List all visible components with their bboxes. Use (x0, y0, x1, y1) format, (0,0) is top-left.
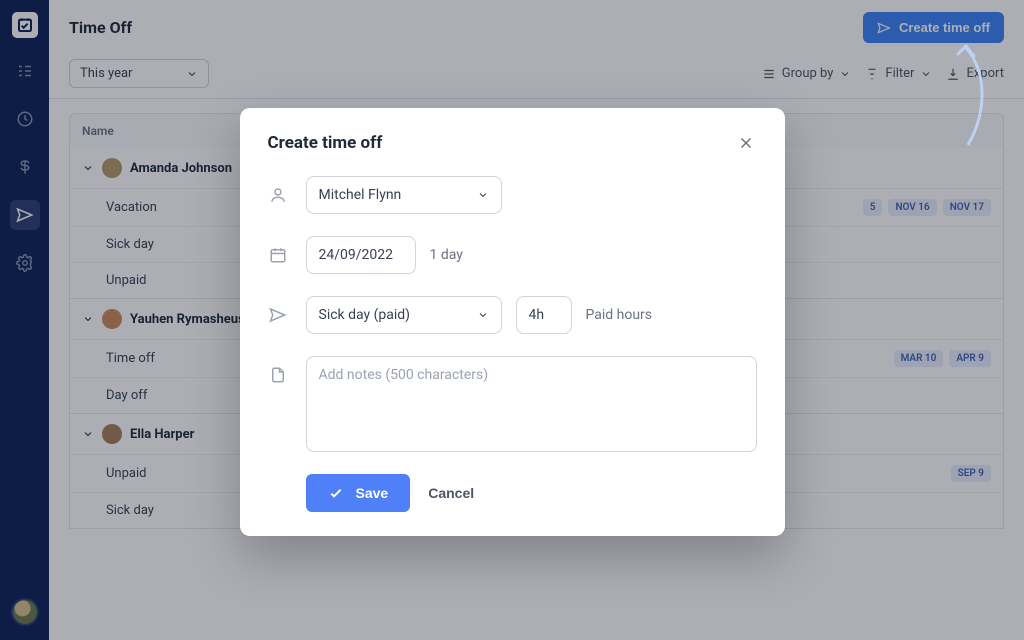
chevron-down-icon (477, 189, 489, 201)
type-select[interactable]: Sick day (paid) (306, 296, 502, 334)
person-icon (268, 176, 288, 204)
check-icon (328, 485, 344, 501)
notes-textarea[interactable] (306, 356, 757, 452)
tutorial-arrow (928, 40, 998, 150)
modal-overlay: Create time off Mitchel Flynn (0, 0, 1024, 640)
cancel-button[interactable]: Cancel (428, 485, 474, 501)
type-value: Sick day (paid) (319, 307, 411, 323)
hours-label: Paid hours (586, 307, 653, 323)
duration-text: 1 day (430, 247, 463, 263)
calendar-icon (268, 236, 288, 264)
hours-input[interactable]: 4h (516, 296, 572, 334)
file-icon (268, 356, 288, 384)
close-icon (737, 134, 755, 152)
employee-select[interactable]: Mitchel Flynn (306, 176, 502, 214)
create-time-off-modal: Create time off Mitchel Flynn (240, 108, 785, 536)
close-button[interactable] (735, 132, 757, 154)
save-button[interactable]: Save (306, 474, 411, 512)
employee-value: Mitchel Flynn (319, 187, 402, 203)
airplane-icon (268, 296, 288, 324)
modal-title: Create time off (268, 133, 383, 153)
chevron-down-icon (477, 309, 489, 321)
date-input[interactable]: 24/09/2022 (306, 236, 416, 274)
